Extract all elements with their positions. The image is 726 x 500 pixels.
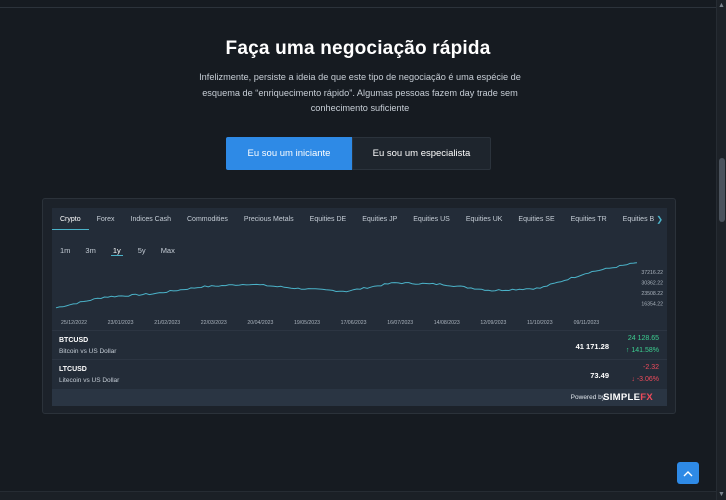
period-max[interactable]: Max [161,242,175,256]
scrollbar-thumb[interactable] [719,158,725,222]
market-widget: Crypto Forex Indices Cash Commodities Precio… [42,198,676,414]
instrument-row-ltcusd[interactable]: LTCUSD Litecoin vs US Dollar 73.49 -2.32 ↓ -… [52,359,667,388]
instrument-price: 73.49 [590,371,609,380]
period-5y[interactable]: 5y [138,242,146,256]
x-tick-label: 21/02/2023 [154,320,180,326]
simplefx-logo[interactable]: SIMPLEFX [603,392,653,403]
top-border [0,0,716,8]
tab-equities-jp[interactable]: Equities JP [354,208,405,230]
tab-equities-tr[interactable]: Equities TR [563,208,615,230]
market-tabs: Crypto Forex Indices Cash Commodities Precio… [52,208,667,230]
instrument-name: Bitcoin vs US Dollar [59,348,117,355]
instrument-symbol: LTCUSD [59,366,87,373]
y-tick-label: 30362.22 [641,281,663,287]
period-selector: 1m 3m 1y 5y Max [52,242,182,256]
tab-precious-metals[interactable]: Precious Metals [236,208,302,230]
page-title: Faça uma negociação rápida [225,38,491,59]
btc-price-line [55,262,638,309]
x-tick-label: 19/05/2023 [294,320,320,326]
tab-equities-se[interactable]: Equities SE [510,208,562,230]
instrument-list: BTCUSD Bitcoin vs US Dollar 41 171.28 24 12… [52,330,667,388]
instrument-change: -2.32 [643,364,659,371]
powered-by-text: Powered by [570,394,605,401]
beginner-button[interactable]: Eu sou um iniciante [226,137,352,170]
widget-footer: Powered by SIMPLEFX [52,389,667,406]
y-tick-label: 23508.22 [641,291,663,297]
period-3m[interactable]: 3m [85,242,95,256]
x-tick-label: 23/01/2023 [108,320,134,326]
x-tick-label: 14/08/2023 [434,320,460,326]
scroll-down-arrow-icon[interactable]: ▼ [718,491,725,498]
instrument-symbol: BTCUSD [59,337,89,344]
x-tick-label: 20/04/2023 [247,320,273,326]
chevron-right-icon[interactable]: ❯ [654,215,663,224]
experience-toggle: Eu sou um iniciante Eu sou um especialis… [226,137,491,170]
instrument-price: 41 171.28 [575,342,609,351]
y-tick-label: 37216.22 [641,270,663,276]
tab-equities-de[interactable]: Equities DE [302,208,355,230]
tab-equities-uk[interactable]: Equities UK [458,208,511,230]
instrument-percent: ↓ -3.06% [631,376,659,383]
tab-indices-cash[interactable]: Indices Cash [123,208,179,230]
scroll-up-arrow-icon[interactable]: ▲ [718,2,725,9]
period-1m[interactable]: 1m [60,242,70,256]
scroll-to-top-button[interactable] [677,462,699,484]
y-tick-label: 16354.22 [641,302,663,308]
bottom-border [0,491,716,500]
instrument-percent: ↑ 141.58% [625,347,659,354]
tab-forex[interactable]: Forex [89,208,123,230]
market-widget-panel: Crypto Forex Indices Cash Commodities Precio… [52,208,667,406]
instrument-change: 24 128.65 [627,335,659,342]
period-1y[interactable]: 1y [110,242,123,256]
page-subtitle: Infelizmente, persiste a ideia de que es… [199,72,521,113]
x-tick-label: 17/06/2023 [341,320,367,326]
instrument-name: Litecoin vs US Dollar [59,377,120,384]
instrument-row-btcusd[interactable]: BTCUSD Bitcoin vs US Dollar 41 171.28 24 12… [52,330,667,359]
x-tick-label: 12/09/2023 [480,320,506,326]
x-tick-label: 25/12/2022 [61,320,87,326]
tab-crypto[interactable]: Crypto [52,208,89,230]
x-tick-label: 22/03/2023 [201,320,227,326]
expert-button[interactable]: Eu sou um especialista [352,137,491,170]
x-tick-label: 16/07/2023 [387,320,413,326]
x-tick-label: 09/11/2023 [574,320,600,326]
x-tick-label: 11/10/2023 [527,320,553,326]
price-chart: 25/12/2022 23/01/2023 21/02/2023 22/03/2023… [55,262,663,326]
tab-commodities[interactable]: Commodities [179,208,236,230]
tab-equities-us[interactable]: Equities US [405,208,458,230]
chevron-up-icon [683,470,693,476]
page-scrollbar[interactable]: ▲ ▼ [716,0,726,500]
